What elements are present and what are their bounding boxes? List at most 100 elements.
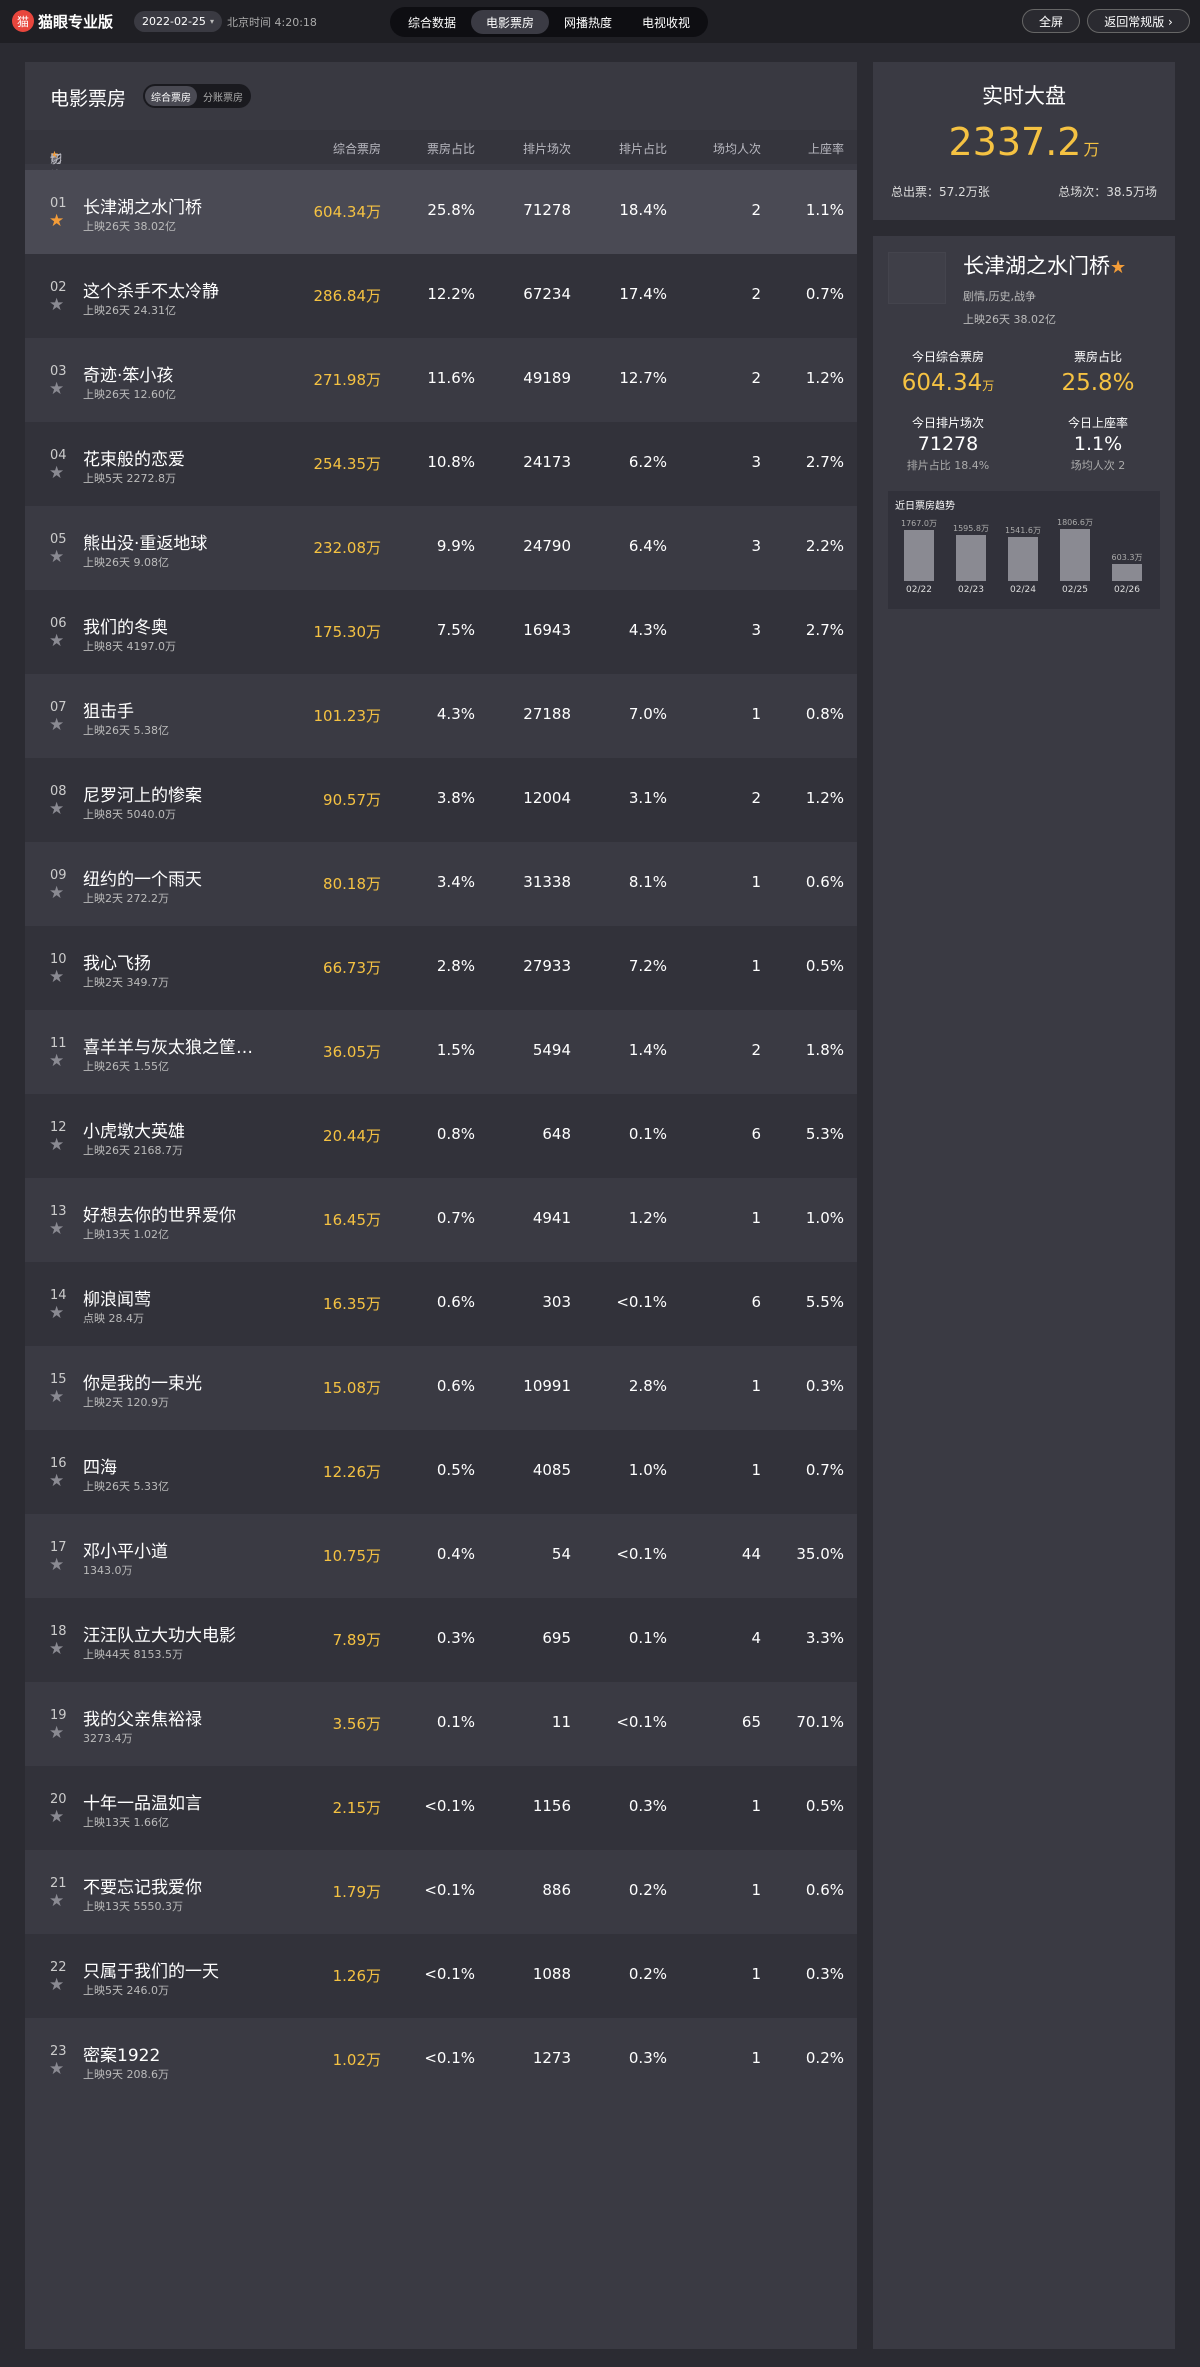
star-icon[interactable]: ★ [49,1809,64,1826]
table-row[interactable]: 16 ★ 四海 上映26天 5.33亿 12.26万 0.5% 4085 1.0% 1 0.7% [25,1430,857,1514]
app-name: 猫眼专业版 [38,12,114,31]
cell-seat-rate: 0.6% [805,873,844,891]
table-row[interactable]: 19 ★ 我的父亲焦裕禄 3273.4万 3.56万 0.1% 11 <0.1% 65 70.1… [25,1682,857,1766]
star-icon[interactable]: ★ [49,1221,64,1238]
header-seat-rate[interactable]: 上座率 [808,140,844,157]
movie-release-info: 上映5天 2272.8万 [83,472,176,485]
cell-shows: 5494 [532,1041,571,1059]
star-icon[interactable]: ★ [49,1977,64,1994]
panel-title: 电影票房 [50,88,127,110]
table-row[interactable]: 02 ★ 这个杀手不太冷静 上映26天 24.31亿 286.84万 12.2% 67234… [25,254,857,338]
tab-web-play-heat[interactable]: 网播热度 [549,10,627,34]
trend-bar-group[interactable]: 1541.6万 02/24 [1005,519,1041,607]
star-icon[interactable]: ★ [49,1893,64,1910]
star-icon[interactable]: ★ [49,717,64,734]
cell-share: 3.4% [436,873,475,891]
rank-number: 05 [50,532,67,547]
star-icon[interactable]: ★ [49,885,64,902]
star-icon[interactable]: ★ [49,465,64,482]
cell-seat-rate: 0.8% [805,705,844,723]
back-to-regular-button[interactable]: 返回常规版 › [1087,9,1190,33]
cell-show-share: 1.4% [628,1041,667,1059]
rank-number: 07 [50,700,67,715]
movie-release-info: 上映2天 272.2万 [83,892,169,905]
star-icon[interactable]: ★ [49,1473,64,1490]
star-icon[interactable]: ★ [49,1389,64,1406]
cell-shows: 303 [542,1293,571,1311]
table-row[interactable]: 23 ★ 密案1922 上映9天 208.6万 1.02万 <0.1% 1273 0.3% 1 0… [25,2018,857,2102]
fullscreen-button[interactable]: 全屏 [1022,9,1080,33]
cell-shows: 54 [551,1545,571,1563]
tab-movie-box-office[interactable]: 电影票房 [471,10,550,34]
table-row[interactable]: 20 ★ 十年一品温如言 上映13天 1.66亿 2.15万 <0.1% 1156 0.3% 1… [25,1766,857,1850]
table-row[interactable]: 04 ★ 花束般的恋爱 上映5天 2272.8万 254.35万 10.8% 24173 6.… [25,422,857,506]
header-gross[interactable]: 综合票房 [333,140,381,157]
header-shows[interactable]: 排片场次 [523,140,571,157]
table-row[interactable]: 21 ★ 不要忘记我爱你 上映13天 5550.3万 1.79万 <0.1% 886 0.2%… [25,1850,857,1934]
table-row[interactable]: 07 ★ 狙击手 上映26天 5.38亿 101.23万 4.3% 27188 7.0% 1 0.… [25,674,857,758]
app-logo[interactable]: 猫 猫眼专业版 [12,10,113,32]
movie-release-info: 1343.0万 [83,1564,133,1577]
star-icon[interactable]: ★ [49,297,64,314]
movie-name: 奇迹·笨小孩 [83,366,174,386]
table-row[interactable]: 06 ★ 我们的冬奥 上映8天 4197.0万 175.30万 7.5% 16943 4.3%… [25,590,857,674]
trend-bar-group[interactable]: 1595.8万 02/23 [953,519,989,607]
header-show-share[interactable]: 排片占比 [619,140,667,157]
star-icon[interactable]: ★ [1110,257,1126,278]
movie-name: 长津湖之水门桥 [83,198,202,218]
trend-bar-group[interactable]: 1767.0万 02/22 [901,519,937,607]
table-row[interactable]: 15 ★ 你是我的一束光 上映2天 120.9万 15.08万 0.6% 10991 2.8%… [25,1346,857,1430]
star-icon[interactable]: ★ [49,1557,64,1574]
star-icon[interactable]: ★ [49,1305,64,1322]
table-row[interactable]: 08 ★ 尼罗河上的惨案 上映8天 5040.0万 90.57万 3.8% 12004 3.1… [25,758,857,842]
stat-value: 25.8% [1061,370,1135,396]
star-icon[interactable]: ★ [49,381,64,398]
movie-poster[interactable] [888,252,946,304]
trend-bar-group[interactable]: 603.3万 02/26 [1112,519,1143,607]
cell-show-share: 6.4% [628,537,667,555]
cell-shows: 31338 [523,873,571,891]
header-avg-attendance[interactable]: 场均人次 [713,140,761,157]
table-row[interactable]: 03 ★ 奇迹·笨小孩 上映26天 12.60亿 271.98万 11.6% 49189 12… [25,338,857,422]
star-icon[interactable]: ★ [49,1641,64,1658]
movie-release-info: 上映8天 4197.0万 [83,640,176,653]
movie-name: 纽约的一个雨天 [83,870,202,890]
tab-overview[interactable]: 综合数据 [393,10,471,34]
rank-number: 21 [50,1876,67,1891]
cell-gross: 101.23万 [313,707,382,725]
star-icon[interactable]: ★ [49,1137,64,1154]
tab-combined-box-office[interactable]: 综合票房 [145,86,197,106]
tab-split-box-office[interactable]: 分账票房 [197,86,249,106]
trend-bar-group[interactable]: 1806.6万 02/25 [1057,518,1093,607]
table-row[interactable]: 12 ★ 小虎墩大英雄 上映26天 2168.7万 20.44万 0.8% 648 0.1% 6… [25,1094,857,1178]
star-icon[interactable]: ★ [49,801,64,818]
date-picker[interactable]: 2022-02-25 ▾ [134,11,222,32]
star-icon[interactable]: ★ [49,549,64,566]
star-icon[interactable]: ★ [49,213,64,230]
movie-release-info: 上映26天 5.33亿 [83,1480,169,1493]
table-row[interactable]: 17 ★ 邓小平小道 1343.0万 10.75万 0.4% 54 <0.1% 44 35.0% [25,1514,857,1598]
star-icon[interactable]: ★ [49,1725,64,1742]
movie-release-info: 上映13天 1.02亿 [83,1228,169,1241]
table-row[interactable]: 10 ★ 我心飞扬 上映2天 349.7万 66.73万 2.8% 27933 7.2% 1 0.… [25,926,857,1010]
table-row[interactable]: 09 ★ 纽约的一个雨天 上映2天 272.2万 80.18万 3.4% 31338 8.1%… [25,842,857,926]
tab-tv-ratings[interactable]: 电视收视 [627,10,705,34]
table-row[interactable]: 05 ★ 熊出没·重返地球 上映26天 9.08亿 232.08万 9.9% 24790 6.… [25,506,857,590]
cell-seat-rate: 0.5% [805,957,844,975]
table-row[interactable]: 13 ★ 好想去你的世界爱你 上映13天 1.02亿 16.45万 0.7% 4941 1.2… [25,1178,857,1262]
table-row[interactable]: 22 ★ 只属于我们的一天 上映5天 246.0万 1.26万 <0.1% 1088 0.2%… [25,1934,857,2018]
table-row[interactable]: 11 ★ 喜羊羊与灰太狼之筐出未来 上映26天 1.55亿 36.05万 1.5% 5494… [25,1010,857,1094]
cell-share: <0.1% [424,1881,475,1899]
header-share[interactable]: 票房占比 [427,140,475,157]
table-row[interactable]: 01 ★ 长津湖之水门桥 上映26天 38.02亿 604.34万 25.8% 71278 1… [25,170,857,254]
cell-seat-rate: 35.0% [796,1545,844,1563]
star-icon[interactable]: ★ [49,633,64,650]
star-icon[interactable]: ★ [49,2061,64,2078]
table-row[interactable]: 18 ★ 汪汪队立大功大电影 上映44天 8153.5万 7.89万 0.3% 695 0.1… [25,1598,857,1682]
star-icon[interactable]: ★ [49,969,64,986]
star-icon[interactable]: ★ [49,1053,64,1070]
rank-number: 17 [50,1540,67,1555]
table-row[interactable]: 14 ★ 柳浪闻莺 点映 28.4万 16.35万 0.6% 303 <0.1% 6 5.5% [25,1262,857,1346]
rank-number: 19 [50,1708,67,1723]
cell-show-share: 6.2% [628,453,667,471]
